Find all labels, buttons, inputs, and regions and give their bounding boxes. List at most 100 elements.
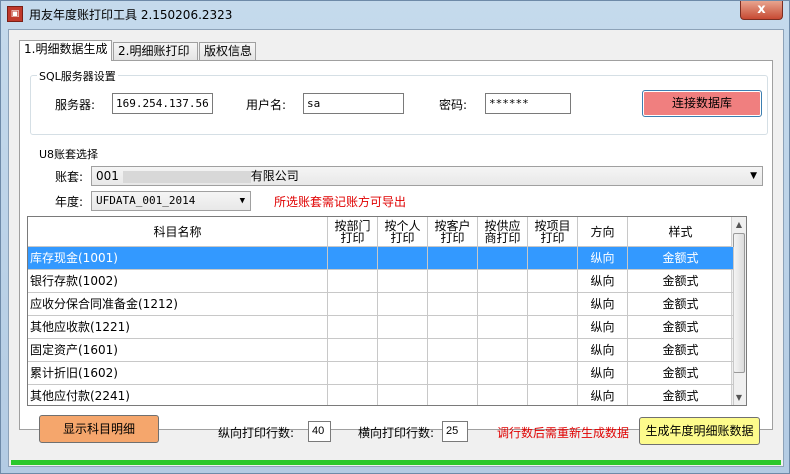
scroll-up-icon[interactable]: ▲ <box>732 217 746 232</box>
column-header[interactable]: 样式 <box>628 217 734 247</box>
table-row[interactable]: 银行存款(1002) 纵向 金额式 <box>28 270 734 293</box>
generate-ledger-data-button[interactable]: 生成年度明细账数据 <box>639 417 760 445</box>
direction-cell[interactable]: 纵向 <box>578 247 628 270</box>
print-option-cell[interactable] <box>478 362 528 385</box>
table-row[interactable]: 固定资产(1601) 纵向 金额式 <box>28 339 734 362</box>
column-header[interactable]: 按项目 打印 <box>528 217 578 247</box>
horizontal-rows-label: 横向打印行数: <box>358 426 435 440</box>
direction-cell[interactable]: 纵向 <box>578 385 628 405</box>
server-label: 服务器: <box>55 98 96 112</box>
print-option-cell[interactable] <box>428 247 478 270</box>
print-option-cell[interactable] <box>528 270 578 293</box>
direction-cell[interactable]: 纵向 <box>578 339 628 362</box>
show-account-details-button[interactable]: 显示科目明细 <box>39 415 159 443</box>
account-select[interactable]: 001 有限公司 ▼ <box>91 166 763 186</box>
print-option-cell[interactable] <box>328 339 378 362</box>
table-row[interactable]: 其他应收款(1221) 纵向 金额式 <box>28 316 734 339</box>
print-option-cell[interactable] <box>428 362 478 385</box>
column-header[interactable]: 按部门 打印 <box>328 217 378 247</box>
print-option-cell[interactable] <box>378 339 428 362</box>
vertical-rows-input[interactable]: 40 <box>308 421 331 442</box>
print-option-cell[interactable] <box>378 362 428 385</box>
print-option-cell[interactable] <box>528 293 578 316</box>
account-label: 账套: <box>55 170 84 184</box>
year-label: 年度: <box>55 195 84 209</box>
account-name-cell[interactable]: 应收分保合同准备金(1212) <box>28 293 328 316</box>
style-cell[interactable]: 金额式 <box>628 316 734 339</box>
account-grid[interactable]: 科目名称 按部门 打印 按个人 打印 按客户 打印 按供应 商打印 按项目 打印… <box>27 216 747 406</box>
print-option-cell[interactable] <box>328 247 378 270</box>
password-input[interactable]: ****** <box>485 93 571 114</box>
style-cell[interactable]: 金额式 <box>628 362 734 385</box>
print-option-cell[interactable] <box>528 362 578 385</box>
title-bar[interactable]: ▣ 用友年度账打印工具 2.150206.2323 x <box>1 1 789 29</box>
column-header[interactable]: 科目名称 <box>28 217 328 247</box>
close-button[interactable]: x <box>740 1 783 20</box>
style-cell[interactable]: 金额式 <box>628 247 734 270</box>
print-option-cell[interactable] <box>478 385 528 405</box>
print-option-cell[interactable] <box>378 385 428 405</box>
user-input[interactable]: sa <box>303 93 404 114</box>
print-option-cell[interactable] <box>328 362 378 385</box>
style-cell[interactable]: 金额式 <box>628 270 734 293</box>
client-area: 1.明细数据生成 2.明细账打印 版权信息 SQL服务器设置 服务器: 169.… <box>8 29 784 467</box>
scroll-thumb[interactable] <box>733 233 745 373</box>
table-row[interactable]: 库存现金(1001) 纵向 金额式 <box>28 247 734 270</box>
print-option-cell[interactable] <box>528 247 578 270</box>
tab-detail-data[interactable]: 1.明细数据生成 <box>19 40 112 61</box>
direction-cell[interactable]: 纵向 <box>578 293 628 316</box>
sql-group-legend: SQL服务器设置 <box>37 68 118 84</box>
print-option-cell[interactable] <box>428 385 478 405</box>
style-cell[interactable]: 金额式 <box>628 293 734 316</box>
account-name-cell[interactable]: 库存现金(1001) <box>28 247 328 270</box>
print-option-cell[interactable] <box>428 339 478 362</box>
table-row[interactable]: 应收分保合同准备金(1212) 纵向 金额式 <box>28 293 734 316</box>
column-header[interactable]: 按供应 商打印 <box>478 217 528 247</box>
style-cell[interactable]: 金额式 <box>628 339 734 362</box>
account-name-cell[interactable]: 其他应收款(1221) <box>28 316 328 339</box>
print-option-cell[interactable] <box>328 270 378 293</box>
print-option-cell[interactable] <box>328 293 378 316</box>
column-header[interactable]: 按个人 打印 <box>378 217 428 247</box>
print-option-cell[interactable] <box>478 293 528 316</box>
print-option-cell[interactable] <box>478 339 528 362</box>
print-option-cell[interactable] <box>378 316 428 339</box>
progress-bar <box>11 460 781 465</box>
chevron-down-icon: ▼ <box>750 171 757 181</box>
account-name-cell[interactable]: 累计折旧(1602) <box>28 362 328 385</box>
print-option-cell[interactable] <box>428 293 478 316</box>
direction-cell[interactable]: 纵向 <box>578 316 628 339</box>
print-option-cell[interactable] <box>328 316 378 339</box>
print-option-cell[interactable] <box>528 316 578 339</box>
print-option-cell[interactable] <box>378 247 428 270</box>
print-option-cell[interactable] <box>478 247 528 270</box>
print-option-cell[interactable] <box>328 385 378 405</box>
horizontal-rows-input[interactable]: 25 <box>442 421 468 442</box>
year-select-value: UFDATA_001_2014 <box>96 194 196 207</box>
account-name-cell[interactable]: 其他应付款(2241) <box>28 385 328 405</box>
tab-copyright[interactable]: 版权信息 <box>199 42 256 60</box>
print-option-cell[interactable] <box>378 293 428 316</box>
account-name-cell[interactable]: 银行存款(1002) <box>28 270 328 293</box>
table-row[interactable]: 累计折旧(1602) 纵向 金额式 <box>28 362 734 385</box>
column-header[interactable]: 按客户 打印 <box>428 217 478 247</box>
connect-database-button[interactable]: 连接数据库 <box>642 90 762 117</box>
account-name-cell[interactable]: 固定资产(1601) <box>28 339 328 362</box>
direction-cell[interactable]: 纵向 <box>578 362 628 385</box>
tab-detail-print[interactable]: 2.明细账打印 <box>113 42 198 60</box>
print-option-cell[interactable] <box>528 385 578 405</box>
print-option-cell[interactable] <box>478 316 528 339</box>
print-option-cell[interactable] <box>428 270 478 293</box>
print-option-cell[interactable] <box>378 270 428 293</box>
print-option-cell[interactable] <box>528 339 578 362</box>
direction-cell[interactable]: 纵向 <box>578 270 628 293</box>
year-select[interactable]: UFDATA_001_2014 ▼ <box>91 191 251 211</box>
scroll-down-icon[interactable]: ▼ <box>732 390 746 405</box>
print-option-cell[interactable] <box>478 270 528 293</box>
table-row[interactable]: 其他应付款(2241) 纵向 金额式 <box>28 385 734 405</box>
app-icon: ▣ <box>7 6 23 22</box>
server-input[interactable]: 169.254.137.56 <box>112 93 213 114</box>
print-option-cell[interactable] <box>428 316 478 339</box>
column-header[interactable]: 方向 <box>578 217 628 247</box>
style-cell[interactable]: 金额式 <box>628 385 734 405</box>
